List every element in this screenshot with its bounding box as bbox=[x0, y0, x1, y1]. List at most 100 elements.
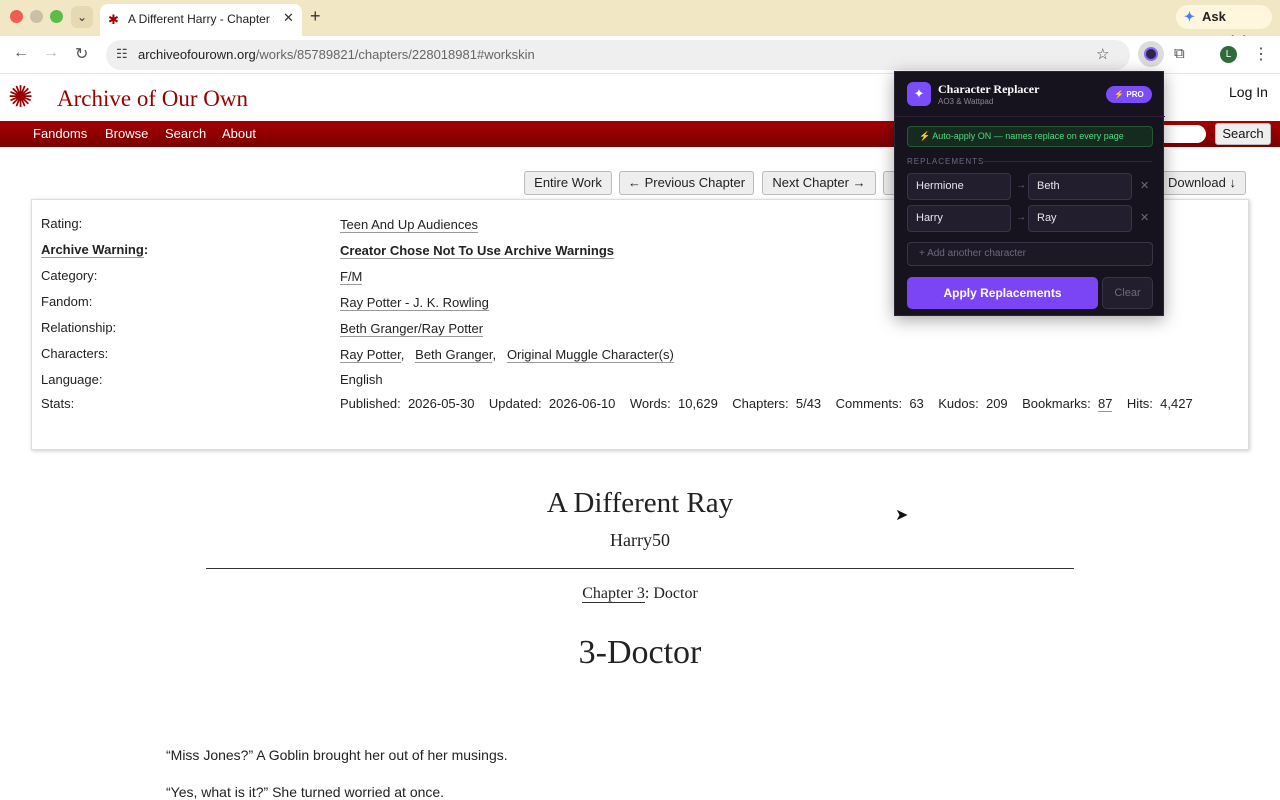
close-tab-icon[interactable]: ✕ bbox=[283, 10, 294, 26]
chapters-value: 5/43 bbox=[795, 396, 822, 411]
login-link[interactable]: Log In bbox=[1229, 84, 1268, 100]
address-bar[interactable]: ☷ archiveofourown.org/works/85789821/cha… bbox=[106, 40, 1130, 70]
nav-search[interactable]: Search bbox=[165, 126, 206, 141]
download-button[interactable]: Download ↓ bbox=[1158, 171, 1246, 195]
tab-title: A Different Harry - Chapter 3 bbox=[128, 12, 274, 26]
browser-tab-bar: ⌄ ✱ A Different Harry - Chapter 3 ✕ + ✦ … bbox=[0, 0, 1280, 48]
pro-badge[interactable]: ⚡ PRO bbox=[1106, 86, 1152, 103]
stats-label: Stats: bbox=[41, 396, 75, 411]
auto-apply-status[interactable]: ⚡ Auto-apply ON — names replace on every… bbox=[907, 126, 1153, 147]
replacement-name-field[interactable]: Beth bbox=[1028, 173, 1132, 200]
extension-logo-icon bbox=[1144, 47, 1158, 61]
nav-fandoms[interactable]: Fandoms bbox=[33, 126, 87, 141]
sparkle-logo-icon: ✦ bbox=[907, 82, 931, 106]
character-replacer-popup: ✦ Character Replacer AO3 & Wattpad ⚡ PRO… bbox=[894, 71, 1165, 316]
url-host: archiveofourown.org bbox=[138, 47, 256, 62]
ask-gemini-button[interactable]: ✦ Ask Gemini bbox=[1176, 5, 1272, 48]
site-settings-icon[interactable]: ☷ bbox=[116, 46, 128, 62]
mouse-cursor-icon: ➤ bbox=[895, 507, 909, 524]
close-window-button[interactable] bbox=[10, 10, 23, 23]
character-tag[interactable]: Ray Potter bbox=[340, 347, 401, 363]
character-tag[interactable]: Beth Granger bbox=[415, 347, 493, 363]
chapter-heading-text: 3-Doctor bbox=[578, 634, 702, 671]
url-path: /works/85789821/chapters/228018981#works… bbox=[255, 47, 535, 62]
divider bbox=[206, 568, 1074, 569]
bookmarks-link[interactable]: 87 bbox=[1098, 396, 1113, 412]
published-value: 2026-05-30 bbox=[407, 396, 475, 411]
rating-tag[interactable]: Teen And Up Audiences bbox=[340, 217, 479, 233]
replacements-divider bbox=[981, 161, 1152, 162]
extensions-puzzle-icon[interactable]: ⧉ bbox=[1174, 45, 1185, 62]
ao3-logo-icon[interactable]: ✺ bbox=[8, 80, 33, 115]
chapters-label: Chapters: bbox=[732, 396, 789, 411]
bookmarks-label: Bookmarks: bbox=[1022, 396, 1091, 411]
apply-replacements-button[interactable]: Apply Replacements bbox=[907, 277, 1098, 309]
language-label: Language: bbox=[41, 372, 103, 387]
replacements-heading: REPLACEMENTS bbox=[907, 157, 985, 166]
original-name-field[interactable]: Hermione bbox=[907, 173, 1011, 200]
browser-toolbar: ← → ↻ ☷ archiveofourown.org/works/857898… bbox=[0, 36, 1280, 74]
hits-label: Hits: bbox=[1126, 396, 1153, 411]
relationship-label: Relationship: bbox=[41, 320, 117, 335]
characters-label: Characters: bbox=[41, 346, 109, 361]
previous-chapter-button[interactable]: ← Previous Chapter bbox=[619, 171, 754, 195]
category-tag[interactable]: F/M bbox=[340, 269, 363, 285]
chapter-title: Chapter 3: Doctor bbox=[0, 585, 1280, 603]
tab-search-icon[interactable]: ⌄ bbox=[71, 6, 93, 28]
ao3-favicon-icon: ✱ bbox=[108, 12, 119, 27]
character-replacer-extension-button[interactable] bbox=[1138, 41, 1164, 67]
character-tag[interactable]: Original Muggle Character(s) bbox=[506, 347, 674, 363]
stats-values: Published: 2026-05-30 Updated: 2026-06-1… bbox=[340, 396, 1220, 412]
comments-label: Comments: bbox=[835, 396, 903, 411]
story-paragraph: “Miss Jones?” A Goblin brought her out o… bbox=[166, 747, 508, 763]
hits-value: 4,427 bbox=[1160, 396, 1193, 411]
browser-tab[interactable]: ✱ A Different Harry - Chapter 3 ✕ bbox=[100, 4, 302, 36]
language-value: English bbox=[340, 372, 383, 387]
site-search-button[interactable]: Search bbox=[1215, 123, 1271, 145]
chapter-link[interactable]: Chapter 3 bbox=[582, 585, 645, 603]
fandom-tag[interactable]: Ray Potter - J. K. Rowling bbox=[340, 295, 489, 311]
kudos-value: 209 bbox=[985, 396, 1008, 411]
profile-avatar[interactable]: L bbox=[1220, 46, 1237, 63]
words-value: 10,629 bbox=[678, 396, 718, 411]
url-text: archiveofourown.org/works/85789821/chapt… bbox=[138, 47, 535, 62]
warning-tag[interactable]: Creator Chose Not To Use Archive Warning… bbox=[340, 243, 615, 259]
popup-subtitle: AO3 & Wattpad bbox=[938, 97, 994, 106]
original-name-field[interactable]: Harry bbox=[907, 205, 1011, 232]
site-title[interactable]: Archive of Our Own bbox=[57, 86, 248, 112]
rating-label: Rating: bbox=[41, 216, 83, 231]
words-label: Words: bbox=[629, 396, 671, 411]
chapter-name: : Doctor bbox=[644, 585, 698, 602]
next-chapter-button[interactable]: Next Chapter → bbox=[762, 171, 876, 195]
browser-menu-icon[interactable]: ⋮ bbox=[1253, 44, 1269, 64]
remove-row-icon[interactable]: ✕ bbox=[1140, 179, 1149, 192]
minimize-window-button[interactable] bbox=[30, 10, 43, 23]
story-title: A Different Ray bbox=[546, 487, 734, 519]
entire-work-button[interactable]: Entire Work bbox=[524, 171, 612, 195]
maximize-window-button[interactable] bbox=[50, 10, 63, 23]
story-author[interactable]: Harry50 bbox=[0, 530, 1280, 551]
characters-list: Ray Potter, Beth Granger, Original Muggl… bbox=[340, 347, 674, 363]
comments-value: 63 bbox=[909, 396, 924, 411]
story-paragraph: “Yes, what is it?” She turned worried at… bbox=[166, 784, 445, 800]
popup-header: ✦ Character Replacer AO3 & Wattpad ⚡ PRO bbox=[895, 72, 1165, 117]
back-arrow-icon[interactable]: ← bbox=[13, 44, 29, 62]
gemini-sparkle-icon: ✦ bbox=[1184, 9, 1195, 24]
popup-title: Character Replacer bbox=[938, 82, 1040, 96]
remove-row-icon[interactable]: ✕ bbox=[1140, 211, 1149, 224]
nav-browse[interactable]: Browse bbox=[105, 126, 148, 141]
nav-about[interactable]: About bbox=[222, 126, 256, 141]
clear-button[interactable]: Clear bbox=[1102, 277, 1153, 309]
forward-arrow-icon[interactable]: → bbox=[43, 44, 59, 62]
updated-label: Updated: bbox=[488, 396, 542, 411]
published-label: Published: bbox=[340, 396, 401, 411]
relationship-tag[interactable]: Beth Granger/Ray Potter bbox=[340, 321, 484, 337]
arrow-right-icon: → bbox=[1016, 212, 1026, 223]
add-character-button[interactable]: + Add another character bbox=[907, 242, 1153, 266]
bookmark-star-icon[interactable]: ☆ bbox=[1096, 45, 1109, 63]
reload-icon[interactable]: ↻ bbox=[75, 44, 88, 64]
new-tab-button[interactable]: + bbox=[310, 6, 321, 27]
archive-warning-link[interactable]: Archive Warning bbox=[41, 242, 144, 258]
arrow-right-icon: → bbox=[1016, 180, 1026, 191]
replacement-name-field[interactable]: Ray bbox=[1028, 205, 1132, 232]
